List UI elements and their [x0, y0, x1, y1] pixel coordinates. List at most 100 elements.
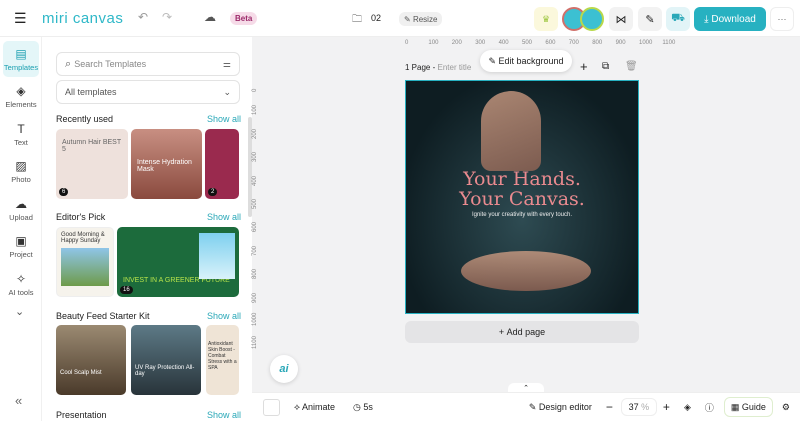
show-all-link[interactable]: Show all: [207, 114, 241, 124]
zoom-out-button[interactable]: −: [606, 400, 613, 414]
design-page[interactable]: Your Hands. Your Canvas. Ignite your cre…: [405, 80, 639, 314]
elements-icon: ◈: [16, 84, 26, 98]
collapse-panel-icon[interactable]: «: [15, 393, 22, 408]
sidebar-item-project[interactable]: ▣ Project: [3, 229, 39, 265]
undo-icon[interactable]: ↶: [138, 10, 148, 24]
template-thumbnail[interactable]: UV Ray Protection All-day: [131, 325, 201, 395]
ruler-tick: 1000: [252, 312, 258, 326]
sidebar-item-elements[interactable]: ◈ Elements: [3, 79, 39, 115]
template-thumbnail[interactable]: Cool Scalp Mist: [56, 325, 126, 395]
settings-gear-icon[interactable]: ⚙: [782, 402, 790, 413]
page-title-input[interactable]: Enter title: [437, 63, 471, 72]
ruler-tick: 200: [451, 40, 462, 46]
ruler-tick: 100: [428, 40, 439, 46]
show-all-link[interactable]: Show all: [207, 410, 241, 420]
ruler-tick: 700: [568, 40, 579, 46]
help-icon[interactable]: ⓘ: [705, 401, 714, 414]
subtitle-text[interactable]: Ignite your creativity with every touch.: [406, 212, 638, 218]
animate-icon: ⟡: [294, 401, 302, 412]
pencil-icon: ✎: [404, 14, 413, 24]
beta-badge: Beta: [230, 12, 258, 25]
folder-icon[interactable]: 🗀: [352, 12, 362, 29]
add-page-button[interactable]: + Add page: [405, 321, 639, 343]
sidebar-item-ai-tools[interactable]: ✧ AI tools: [3, 266, 39, 302]
sidebar-item-photo[interactable]: ▨ Photo: [3, 154, 39, 190]
template-thumbnail[interactable]: Autumn Hair BEST 56: [56, 129, 128, 199]
template-thumbnail[interactable]: 2: [205, 129, 239, 199]
ruler-tick: 500: [522, 40, 533, 46]
guide-button[interactable]: ▦ Guide: [723, 397, 773, 417]
bottom-toolbar: ⟡ Animate ◷ 5s ✎ Design editor − 37 % + …: [252, 392, 800, 421]
ruler-tick: 700: [252, 245, 258, 256]
templates-icon: ▤: [15, 46, 27, 61]
template-thumbnail[interactable]: Good Morning & Happy Sunday: [56, 227, 114, 297]
project-icon: ▣: [15, 234, 27, 248]
page-label: 1 Page - Enter title: [405, 63, 472, 72]
logo[interactable]: miri canvas: [42, 10, 123, 27]
ruler-tick: 900: [252, 292, 258, 303]
ruler-tick: 0: [252, 88, 258, 92]
ruler-tick: 300: [475, 40, 486, 46]
template-filter-dropdown[interactable]: All templates ⌄: [56, 80, 240, 104]
menu-icon[interactable]: ☰: [14, 10, 27, 27]
redo-icon[interactable]: ↷: [162, 10, 172, 24]
guide-icon: ▦: [730, 401, 742, 412]
edit-background-button[interactable]: ✎ Edit background: [480, 50, 572, 72]
top-ruler: 0 100 200 300 400 500 600 700 800 900 1000 1100: [402, 40, 800, 52]
brush-icon: ✎: [528, 401, 539, 412]
template-thumbnail[interactable]: Antioxidant Skin Boost - Combat Stress w…: [206, 325, 239, 395]
ruler-tick: 100: [252, 105, 258, 116]
hands-image: [481, 91, 541, 171]
sidebar-item-text[interactable]: T Text: [3, 116, 39, 152]
search-input[interactable]: ⌕ Search Templates ⚌: [56, 52, 240, 76]
zoom-input[interactable]: 37 %: [620, 398, 657, 416]
headline-text[interactable]: Your Canvas.: [406, 189, 638, 209]
section-title: Beauty Feed Starter Kit: [56, 311, 150, 321]
more-tools-chevron-icon[interactable]: ⌄: [15, 305, 24, 318]
delete-page-icon[interactable]: 🗑: [625, 61, 638, 72]
show-all-link[interactable]: Show all: [207, 311, 241, 321]
section-title: Presentation: [56, 410, 107, 420]
zoom-in-button[interactable]: +: [663, 400, 670, 414]
filter-sliders-icon[interactable]: ⚌: [223, 59, 231, 70]
duration-button[interactable]: ◷ 5s: [353, 402, 373, 413]
template-thumbnail[interactable]: Intense Hydration Mask: [131, 129, 202, 199]
sidebar-nav: ▤ Templates ◈ Elements T Text ▨ Photo ☁ Upload ▣ Pr…: [0, 37, 42, 421]
more-button[interactable]: ···: [770, 7, 794, 31]
headline-text[interactable]: Your Hands.: [406, 169, 638, 189]
duplicate-page-icon[interactable]: ⧉: [602, 61, 609, 72]
layers-icon[interactable]: ◈: [684, 402, 691, 413]
resize-button[interactable]: ✎ Resize: [399, 12, 443, 26]
cloud-save-icon[interactable]: ☁: [204, 10, 216, 24]
page-count: 02: [371, 13, 382, 23]
show-all-link[interactable]: Show all: [207, 212, 241, 222]
share-icon[interactable]: ⋈: [609, 7, 633, 31]
canvas-area: 0 100 200 300 400 500 600 700 800 900 1000 1100 0 10…: [252, 37, 800, 393]
avatar[interactable]: [580, 7, 604, 31]
design-editor-button[interactable]: ✎ Design editor: [529, 402, 592, 413]
ruler-tick: 900: [615, 40, 626, 46]
ruler-tick: 1000: [639, 40, 653, 46]
ruler-tick: 400: [498, 40, 509, 46]
download-button[interactable]: ⤓ Download: [694, 7, 766, 31]
premium-crown-icon[interactable]: ♛: [534, 7, 558, 31]
templates-panel: ⌕ Search Templates ⚌ All templates ⌄ Recen…: [42, 37, 252, 421]
sidebar-item-templates[interactable]: ▤ Templates: [3, 41, 39, 77]
background-color-swatch[interactable]: [263, 398, 280, 416]
timer-icon: ◷: [352, 401, 364, 412]
animate-button[interactable]: ⟡ Animate: [294, 402, 335, 413]
add-icon[interactable]: +: [580, 59, 588, 74]
top-bar: ☰ miri canvas ↶ ↷ ☁ Beta 🗀 02 ✎ Resize ♛…: [0, 0, 800, 37]
comment-edit-icon[interactable]: ✎: [638, 7, 662, 31]
ruler-tick: 800: [252, 269, 258, 280]
ruler-tick: 500: [252, 198, 258, 209]
ruler-tick: 200: [252, 128, 258, 139]
hands-image: [461, 251, 591, 291]
pencil-icon: ✎: [488, 55, 499, 66]
delivery-truck-icon[interactable]: ⛟: [666, 7, 690, 31]
ai-tools-icon: ✧: [15, 271, 27, 286]
sidebar-item-upload[interactable]: ☁ Upload: [3, 191, 39, 227]
ai-assistant-button[interactable]: ai: [270, 355, 298, 383]
section-title: Recently used: [56, 114, 114, 124]
template-thumbnail[interactable]: INVEST IN A GREENER FUTURE 16: [117, 227, 239, 297]
